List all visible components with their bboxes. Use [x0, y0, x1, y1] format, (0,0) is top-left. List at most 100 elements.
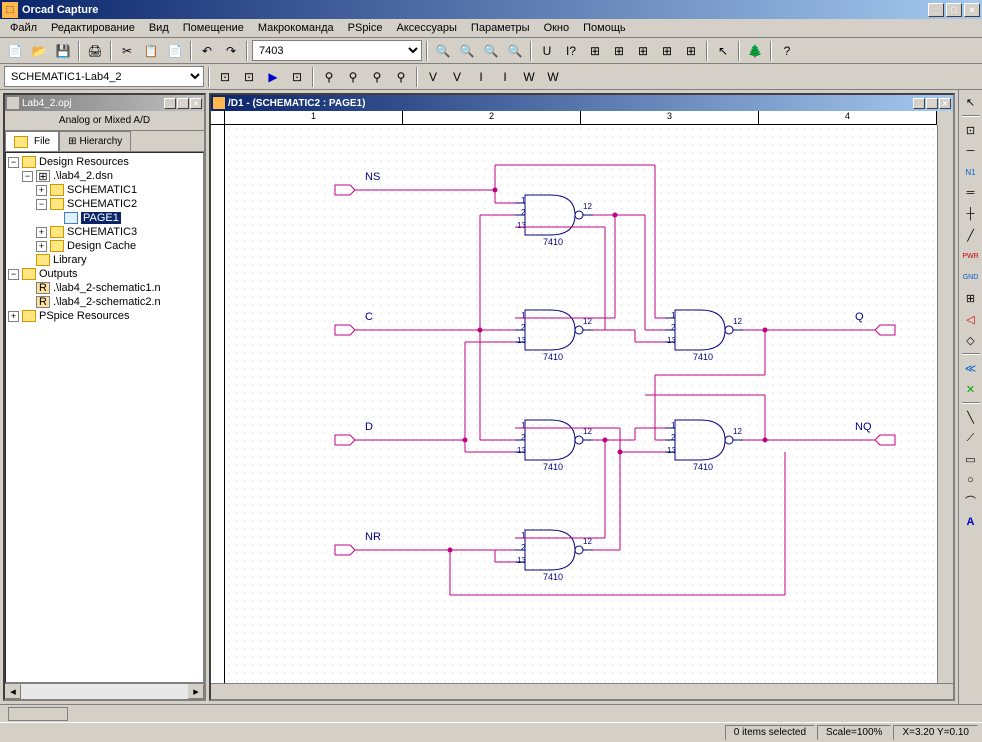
tree-design-resources[interactable]: −Design Resources: [8, 155, 201, 169]
schematic-drawing: 1 2 13 12 7410: [225, 125, 937, 683]
menu-options[interactable]: Параметры: [465, 20, 536, 36]
menu-pspice[interactable]: PSpice: [342, 20, 389, 36]
project-scrollbar[interactable]: ◂ ▸: [5, 683, 204, 699]
project-tree[interactable]: −Design Resources −⊞.\lab4_2.dsn +SCHEMA…: [5, 152, 204, 683]
probe-i-button[interactable]: ⚲: [342, 66, 364, 88]
menu-file[interactable]: Файл: [4, 20, 43, 36]
menu-macro[interactable]: Макрокоманда: [252, 20, 340, 36]
tree-output2[interactable]: R.\lab4_2-schematic2.n: [8, 295, 201, 309]
tree-schematic2[interactable]: −SCHEMATIC2: [8, 197, 201, 211]
bias-v2-button[interactable]: V: [446, 66, 468, 88]
proj-maximize-button[interactable]: □: [177, 98, 189, 109]
part-tool[interactable]: ⊡: [961, 120, 981, 140]
tool-grid4-button[interactable]: ⊞: [656, 40, 678, 62]
tree-dsn[interactable]: −⊞.\lab4_2.dsn: [8, 169, 201, 183]
bus-entry-tool[interactable]: ╱: [961, 225, 981, 245]
tab-hierarchy[interactable]: ⊞Hierarchy: [59, 131, 131, 151]
menu-edit[interactable]: Редактирование: [45, 20, 141, 36]
ellipse-tool[interactable]: ○: [961, 470, 981, 490]
schematic-canvas[interactable]: 1 2 13 12 7410: [225, 125, 937, 683]
rect-tool[interactable]: ▭: [961, 449, 981, 469]
text-tool[interactable]: A: [961, 512, 981, 532]
ground-tool[interactable]: GND: [961, 267, 981, 287]
menu-accessories[interactable]: Аксессуары: [391, 20, 463, 36]
help-button[interactable]: ?: [776, 40, 798, 62]
tree-library[interactable]: Library: [8, 253, 201, 267]
noconnect-tool[interactable]: ≪: [961, 358, 981, 378]
sch-close-button[interactable]: ×: [939, 98, 951, 109]
taskbar-tab[interactable]: [8, 707, 68, 721]
sim-profile-button[interactable]: ⊡: [214, 66, 236, 88]
scrollbar-horizontal[interactable]: [211, 683, 953, 699]
menu-place[interactable]: Помещение: [177, 20, 250, 36]
zoom-in-button[interactable]: 🔍: [432, 40, 454, 62]
bias-i2-button[interactable]: I: [494, 66, 516, 88]
bias-v-button[interactable]: V: [422, 66, 444, 88]
pointer-button[interactable]: ↖: [712, 40, 734, 62]
save-button[interactable]: 💾: [52, 40, 74, 62]
zoom-out-button[interactable]: 🔍: [456, 40, 478, 62]
tree-schematic1[interactable]: +SCHEMATIC1: [8, 183, 201, 197]
zoom-fit-button[interactable]: 🔍: [504, 40, 526, 62]
bias-w2-button[interactable]: W: [542, 66, 564, 88]
schematic-selector[interactable]: SCHEMATIC1-Lab4_2: [4, 66, 204, 87]
tool-grid5-button[interactable]: ⊞: [680, 40, 702, 62]
menu-view[interactable]: Вид: [143, 20, 175, 36]
probe-d-button[interactable]: ⚲: [390, 66, 412, 88]
undo-button[interactable]: ↶: [196, 40, 218, 62]
tool-u-button[interactable]: U: [536, 40, 558, 62]
menu-help[interactable]: Помощь: [577, 20, 632, 36]
maximize-button[interactable]: □: [946, 3, 962, 17]
zoom-area-button[interactable]: 🔍: [480, 40, 502, 62]
probe-v-button[interactable]: ⚲: [318, 66, 340, 88]
arc-tool[interactable]: ⌒: [961, 491, 981, 511]
tool-grid-button[interactable]: ⊞: [584, 40, 606, 62]
tab-file[interactable]: File: [5, 131, 59, 151]
tree-output1[interactable]: R.\lab4_2-schematic1.n: [8, 281, 201, 295]
tree-button[interactable]: 🌲: [744, 40, 766, 62]
run-button[interactable]: ▶: [262, 66, 284, 88]
line-tool[interactable]: ╲: [961, 407, 981, 427]
tool-i-button[interactable]: I?: [560, 40, 582, 62]
sch-minimize-button[interactable]: _: [913, 98, 925, 109]
noconnect2-tool[interactable]: ✕: [961, 379, 981, 399]
tool-grid2-button[interactable]: ⊞: [608, 40, 630, 62]
junction-tool[interactable]: ┼: [961, 204, 981, 224]
minimize-button[interactable]: _: [928, 3, 944, 17]
bus-tool[interactable]: ═: [961, 183, 981, 203]
tool-grid3-button[interactable]: ⊞: [632, 40, 654, 62]
cut-button[interactable]: ✂: [116, 40, 138, 62]
tree-design-cache[interactable]: +Design Cache: [8, 239, 201, 253]
bias-w-button[interactable]: W: [518, 66, 540, 88]
results-button[interactable]: ⊡: [286, 66, 308, 88]
proj-minimize-button[interactable]: _: [164, 98, 176, 109]
hier-tool[interactable]: ⊞: [961, 288, 981, 308]
port-tool[interactable]: ◁: [961, 309, 981, 329]
redo-button[interactable]: ↷: [220, 40, 242, 62]
tree-page1[interactable]: PAGE1: [8, 211, 201, 225]
proj-close-button[interactable]: ×: [190, 98, 202, 109]
open-button[interactable]: 📂: [28, 40, 50, 62]
wire-tool[interactable]: ─: [961, 141, 981, 161]
probe-w-button[interactable]: ⚲: [366, 66, 388, 88]
svg-text:NS: NS: [365, 171, 380, 183]
select-tool[interactable]: ↖: [961, 92, 981, 112]
offpage-tool[interactable]: ◇: [961, 330, 981, 350]
close-button[interactable]: ×: [964, 3, 980, 17]
menu-window[interactable]: Окно: [538, 20, 576, 36]
tree-outputs[interactable]: −Outputs: [8, 267, 201, 281]
new-button[interactable]: 📄: [4, 40, 26, 62]
tree-pspice-resources[interactable]: +PSpice Resources: [8, 309, 201, 323]
paste-button[interactable]: 📄: [164, 40, 186, 62]
net-tool[interactable]: N1: [961, 162, 981, 182]
power-tool[interactable]: PWR: [961, 246, 981, 266]
tree-schematic3[interactable]: +SCHEMATIC3: [8, 225, 201, 239]
scrollbar-vertical[interactable]: [937, 125, 953, 683]
bias-i-button[interactable]: I: [470, 66, 492, 88]
copy-button[interactable]: 📋: [140, 40, 162, 62]
part-selector[interactable]: 7403: [252, 40, 422, 61]
sch-maximize-button[interactable]: □: [926, 98, 938, 109]
sim-edit-button[interactable]: ⊡: [238, 66, 260, 88]
polyline-tool[interactable]: ⟋: [961, 428, 981, 448]
print-button[interactable]: 🖨: [84, 40, 106, 62]
